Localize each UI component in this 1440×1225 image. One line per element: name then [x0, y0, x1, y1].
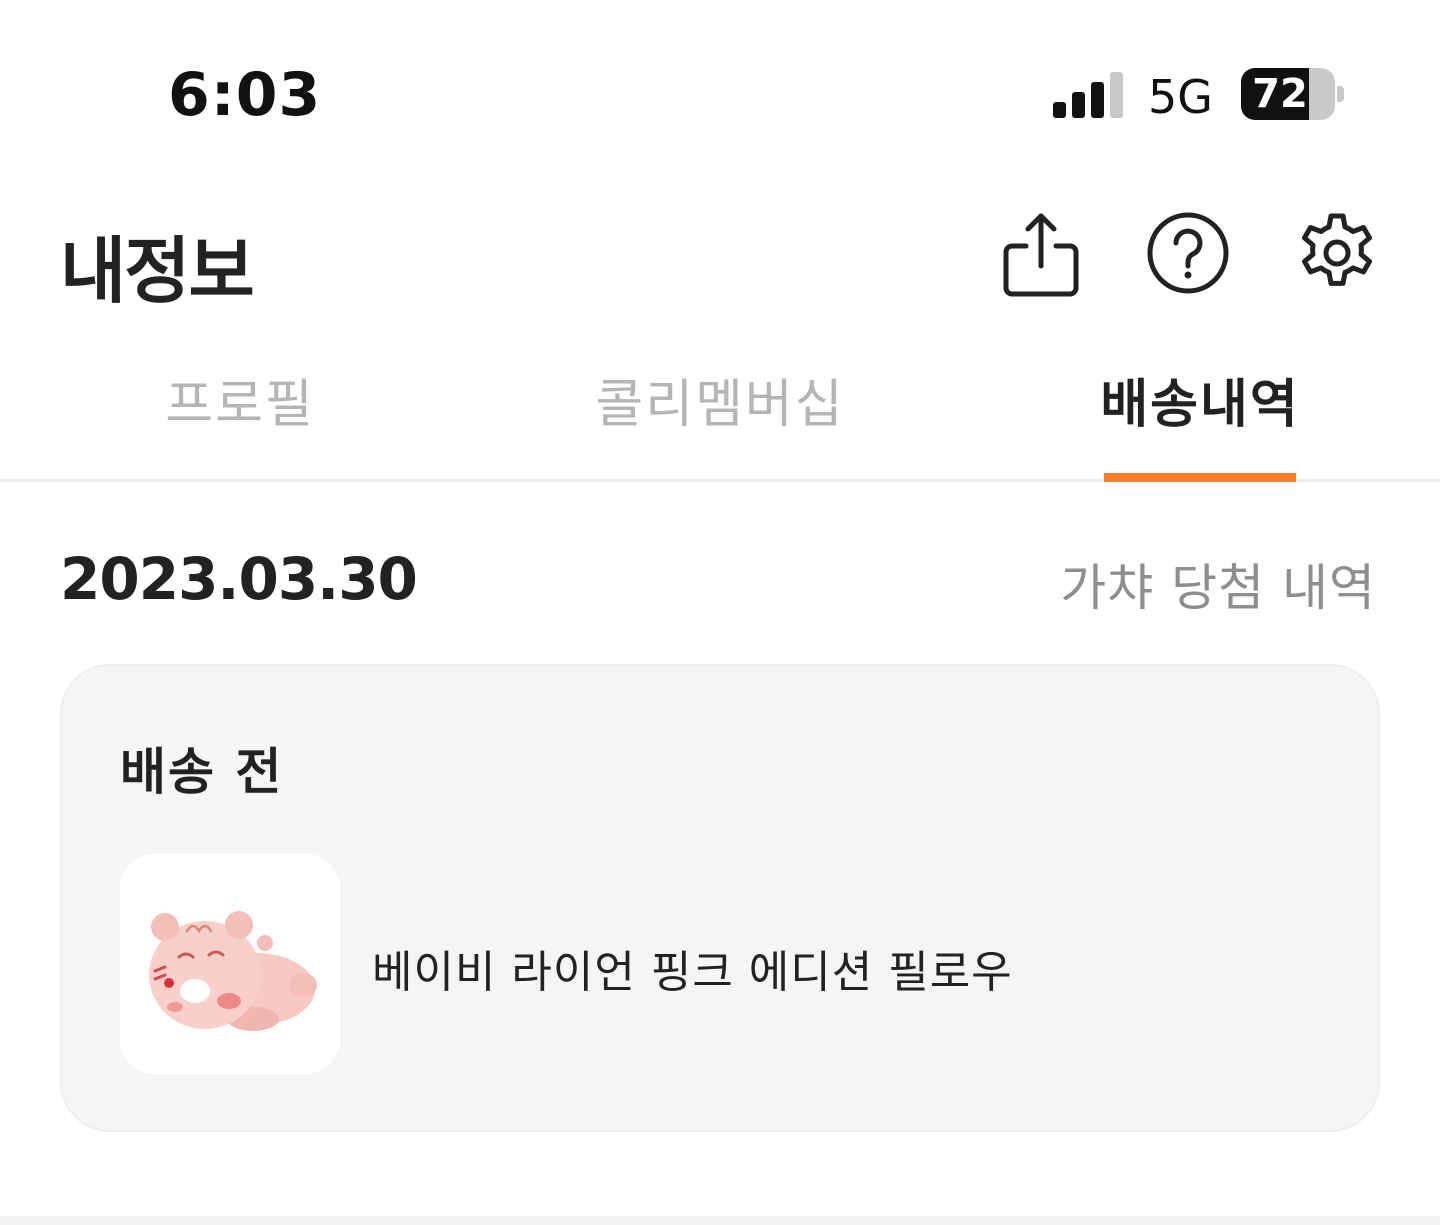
- tab-label: 배송내역: [1100, 375, 1300, 435]
- share-icon: [1003, 213, 1079, 297]
- tab-label: 콜리멤버십: [595, 375, 845, 435]
- product-thumbnail[interactable]: [120, 854, 340, 1074]
- signal-strength-icon: [1053, 72, 1125, 118]
- shipping-card[interactable]: 배송 전 베이비 라이언 핑크 에디션 필로우: [60, 664, 1380, 1132]
- product-name[interactable]: 베이비 라이언 핑크 에디션 필로우: [372, 936, 1013, 1000]
- shipping-status: 배송 전: [120, 743, 284, 801]
- tab-membership[interactable]: 콜리멤버십: [570, 362, 870, 482]
- tab-label: 프로필: [165, 375, 315, 435]
- shipping-date: 2023.03.30: [60, 545, 418, 613]
- battery-icon: 72: [1241, 68, 1335, 120]
- section-divider: [0, 1216, 1440, 1225]
- page-title: 내정보: [60, 229, 255, 313]
- share-button[interactable]: [996, 208, 1086, 298]
- tab-profile[interactable]: 프로필: [140, 362, 340, 482]
- status-time: 6:03: [168, 60, 322, 130]
- help-icon: [1147, 212, 1229, 294]
- gacha-history-link[interactable]: 가챠 당첨 내역: [1060, 548, 1376, 620]
- settings-button[interactable]: [1292, 208, 1382, 298]
- signal-bar: [1110, 72, 1123, 118]
- signal-bar: [1053, 102, 1066, 118]
- battery-percent: 72: [1252, 71, 1308, 117]
- tab-bar: 프로필 콜리멤버십 배송내역: [0, 340, 1440, 482]
- baby-lion-plush-image: [149, 911, 317, 1031]
- help-button[interactable]: [1143, 208, 1233, 298]
- battery-tip: [1337, 86, 1344, 102]
- settings-icon: [1302, 213, 1372, 286]
- tab-shipping-history[interactable]: 배송내역: [1090, 362, 1310, 482]
- signal-bar: [1091, 82, 1104, 118]
- active-tab-indicator: [1104, 473, 1296, 482]
- status-bar: 6:03 5G 72: [0, 0, 1440, 190]
- signal-bar: [1072, 92, 1085, 118]
- network-type: 5G: [1148, 70, 1213, 124]
